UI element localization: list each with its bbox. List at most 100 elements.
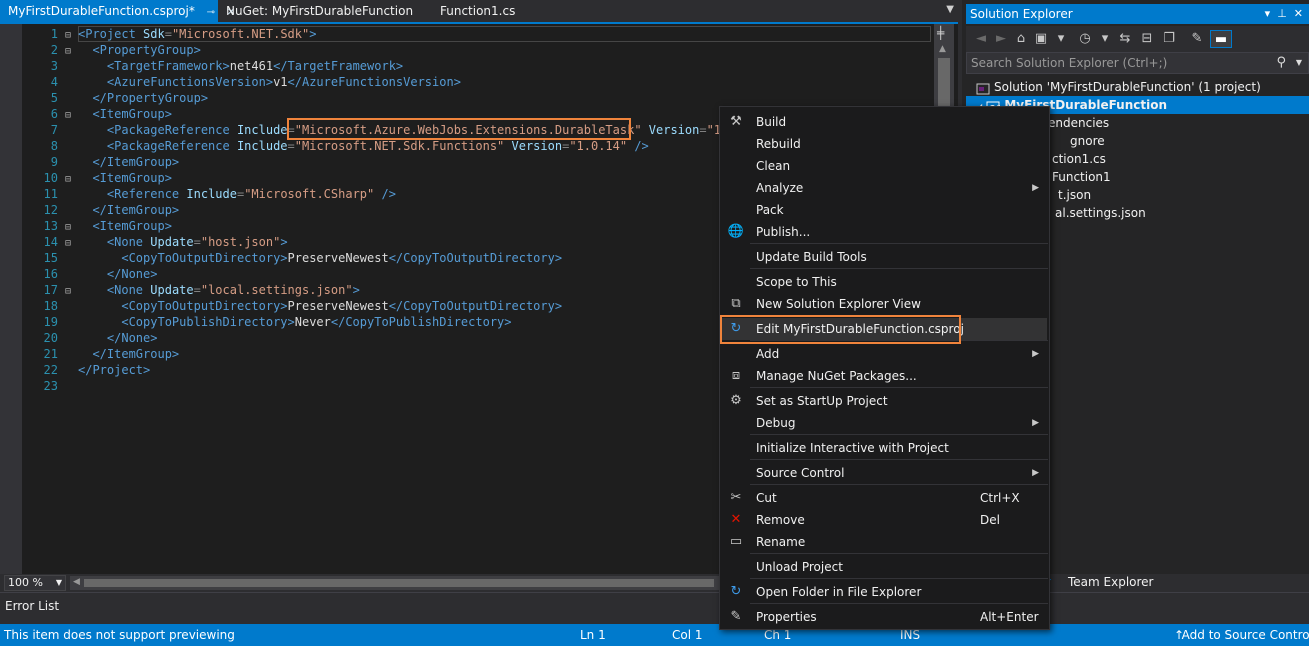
menu-item-initialize-interactive-with-project[interactable]: Initialize Interactive with Project [722,437,1047,459]
menu-item-debug[interactable]: Debug ▶ [722,412,1047,434]
tree-item-gitignore[interactable]: gnore [1070,132,1105,150]
search-input[interactable]: Search Solution Explorer (Ctrl+;) ⚲ ▼ [966,52,1309,74]
code-token: <CopyToOutputDirectory> [121,299,288,313]
submenu-arrow-icon: ▶ [1032,349,1039,359]
menu-item-pack[interactable]: Pack [722,199,1047,221]
menu-item-label: Debug [756,416,796,430]
menu-item-rebuild[interactable]: Rebuild [722,133,1047,155]
status-line: Ln 1 [580,628,606,642]
menu-item-label: Manage NuGet Packages... [756,369,917,383]
menu-item-publish[interactable]: 🌐 Publish... [722,221,1047,243]
tab-csproj[interactable]: MyFirstDurableFunction.csproj* ⊸ ✕ [0,0,235,24]
window-position-icon[interactable]: ▾ [1265,7,1271,20]
menu-item-add[interactable]: Add ▶ [722,343,1047,365]
zoom-value: 100 % [8,576,43,589]
chevron-down-icon: ▼ [55,578,62,587]
tab-function1[interactable]: Function1.cs [432,0,552,22]
menu-item-cut[interactable]: ✂ Cut Ctrl+X [722,487,1047,509]
chevron-down-icon[interactable]: ▾ [1096,30,1114,48]
code-line[interactable]: 4 <AzureFunctionsVersion>v1</AzureFuncti… [22,74,932,90]
menu-item-manage-nuget-packages[interactable]: ⧈ Manage NuGet Packages... [722,365,1047,387]
menu-item-set-as-startup-project[interactable]: ⚙ Set as StartUp Project [722,390,1047,412]
code-token: > [280,235,288,249]
preview-selected-icon[interactable]: ▬ [1210,30,1232,48]
collapse-all-icon[interactable]: ⊟ [1138,30,1156,48]
tab-team-explorer[interactable]: Team Explorer [1068,575,1154,589]
code-token: <TargetFramework> [106,59,230,73]
switch-views-icon[interactable]: ▣ [1032,30,1050,48]
status-bar: This item does not support previewing Ln… [0,624,1309,646]
split-window-icon[interactable]: ╪ [937,26,944,40]
pending-changes-icon[interactable]: ◷ [1076,30,1094,48]
search-icon[interactable]: ⚲ [1276,53,1286,73]
zoom-select[interactable]: 100 % ▼ [4,575,66,591]
menu-item-update-build-tools[interactable]: Update Build Tools [722,246,1047,268]
menu-item-label: Unload Project [756,560,843,574]
menu-item-open-folder-in-file-explorer[interactable]: ↻ Open Folder in File Explorer [722,581,1047,603]
menu-separator [750,434,1048,435]
tab-nuget[interactable]: NuGet: MyFirstDurableFunction [218,0,428,22]
panel-title: Solution Explorer [970,7,1073,21]
status-column: Col 1 [672,628,703,642]
menu-item-remove[interactable]: ✕ Remove Del [722,509,1047,531]
chevron-down-icon[interactable]: ▼ [1296,53,1302,73]
menu-item-label: Pack [756,203,784,217]
source-control-label: Add to Source Contro [1181,628,1309,642]
menu-item-label: Initialize Interactive with Project [756,441,949,455]
chevron-down-icon[interactable]: ▾ [1052,30,1070,48]
line-number: 23 [43,379,58,393]
line-number: 17 [43,283,58,297]
close-icon[interactable]: ✕ [1294,7,1303,20]
menu-item-unload-project[interactable]: Unload Project [722,556,1047,578]
menu-item-analyze[interactable]: Analyze ▶ [722,177,1047,199]
code-token: </None> [106,331,158,345]
back-icon[interactable]: ◄ [972,30,990,48]
sync-icon[interactable]: ⇆ [1116,30,1134,48]
menu-item-new-solution-explorer-view[interactable]: ⧉ New Solution Explorer View [722,293,1047,315]
menu-item-rename[interactable]: ▭ Rename [722,531,1047,553]
source-control-button[interactable]: ↑ Add to Source Contro [1174,624,1309,646]
menu-separator [750,387,1048,388]
panel-window-buttons: ▾ ⊥ ✕ [1265,4,1303,24]
scroll-left-icon[interactable]: ◀ [73,577,80,587]
tree-item-function1-cs[interactable]: ction1.cs [1052,150,1106,168]
scrollbar-thumb[interactable] [84,579,714,587]
tab-error-list[interactable]: Error List [5,599,59,613]
pin-icon[interactable]: ⊥ [1277,7,1287,20]
line-number: 21 [43,347,58,361]
code-token: </CopyToPublishDirectory> [330,315,512,329]
menu-item-clean[interactable]: Clean [722,155,1047,177]
menu-item-build[interactable]: ⚒ Build [722,111,1047,133]
code-line[interactable]: 5 </PropertyGroup> [22,90,932,106]
pin-icon[interactable]: ⊸ [207,2,215,24]
edit-csproj-highlight-box [720,315,961,344]
menu-item-scope-to-this[interactable]: Scope to This [722,271,1047,293]
tab-dropdown-icon[interactable]: ▼ [946,4,954,15]
code-line[interactable]: 2 ⊟ <PropertyGroup> [22,42,932,58]
menu-item-properties[interactable]: ✎ Properties Alt+Enter [722,606,1047,628]
wrench-icon: ✎ [730,609,742,624]
tree-item-function1[interactable]: Function1 [1052,168,1111,186]
tree-item-host-json[interactable]: t.json [1058,186,1091,204]
code-token: <Project [78,27,144,41]
forward-icon[interactable]: ► [992,30,1010,48]
show-all-files-icon[interactable]: ❐ [1160,30,1178,48]
line-number: 8 [50,139,58,153]
wrench-icon[interactable]: ✎ [1188,30,1206,48]
menu-item-label: Analyze [756,181,804,195]
home-icon[interactable]: ⌂ [1012,30,1030,48]
code-token: </None> [106,267,158,281]
tree-item-dependencies[interactable]: endencies [1048,114,1109,132]
code-line[interactable]: 1 ⊟ <Project Sdk="Microsoft.NET.Sdk"> [22,26,932,42]
scroll-up-icon[interactable]: ▲ [939,44,946,54]
code-line[interactable]: 3 <TargetFramework>net461</TargetFramewo… [22,58,932,74]
menu-item-source-control[interactable]: Source Control ▶ [722,462,1047,484]
tree-item-local-settings[interactable]: al.settings.json [1055,204,1146,222]
tree-item-solution[interactable]: Solution 'MyFirstDurableFunction' (1 pro… [976,78,1306,96]
